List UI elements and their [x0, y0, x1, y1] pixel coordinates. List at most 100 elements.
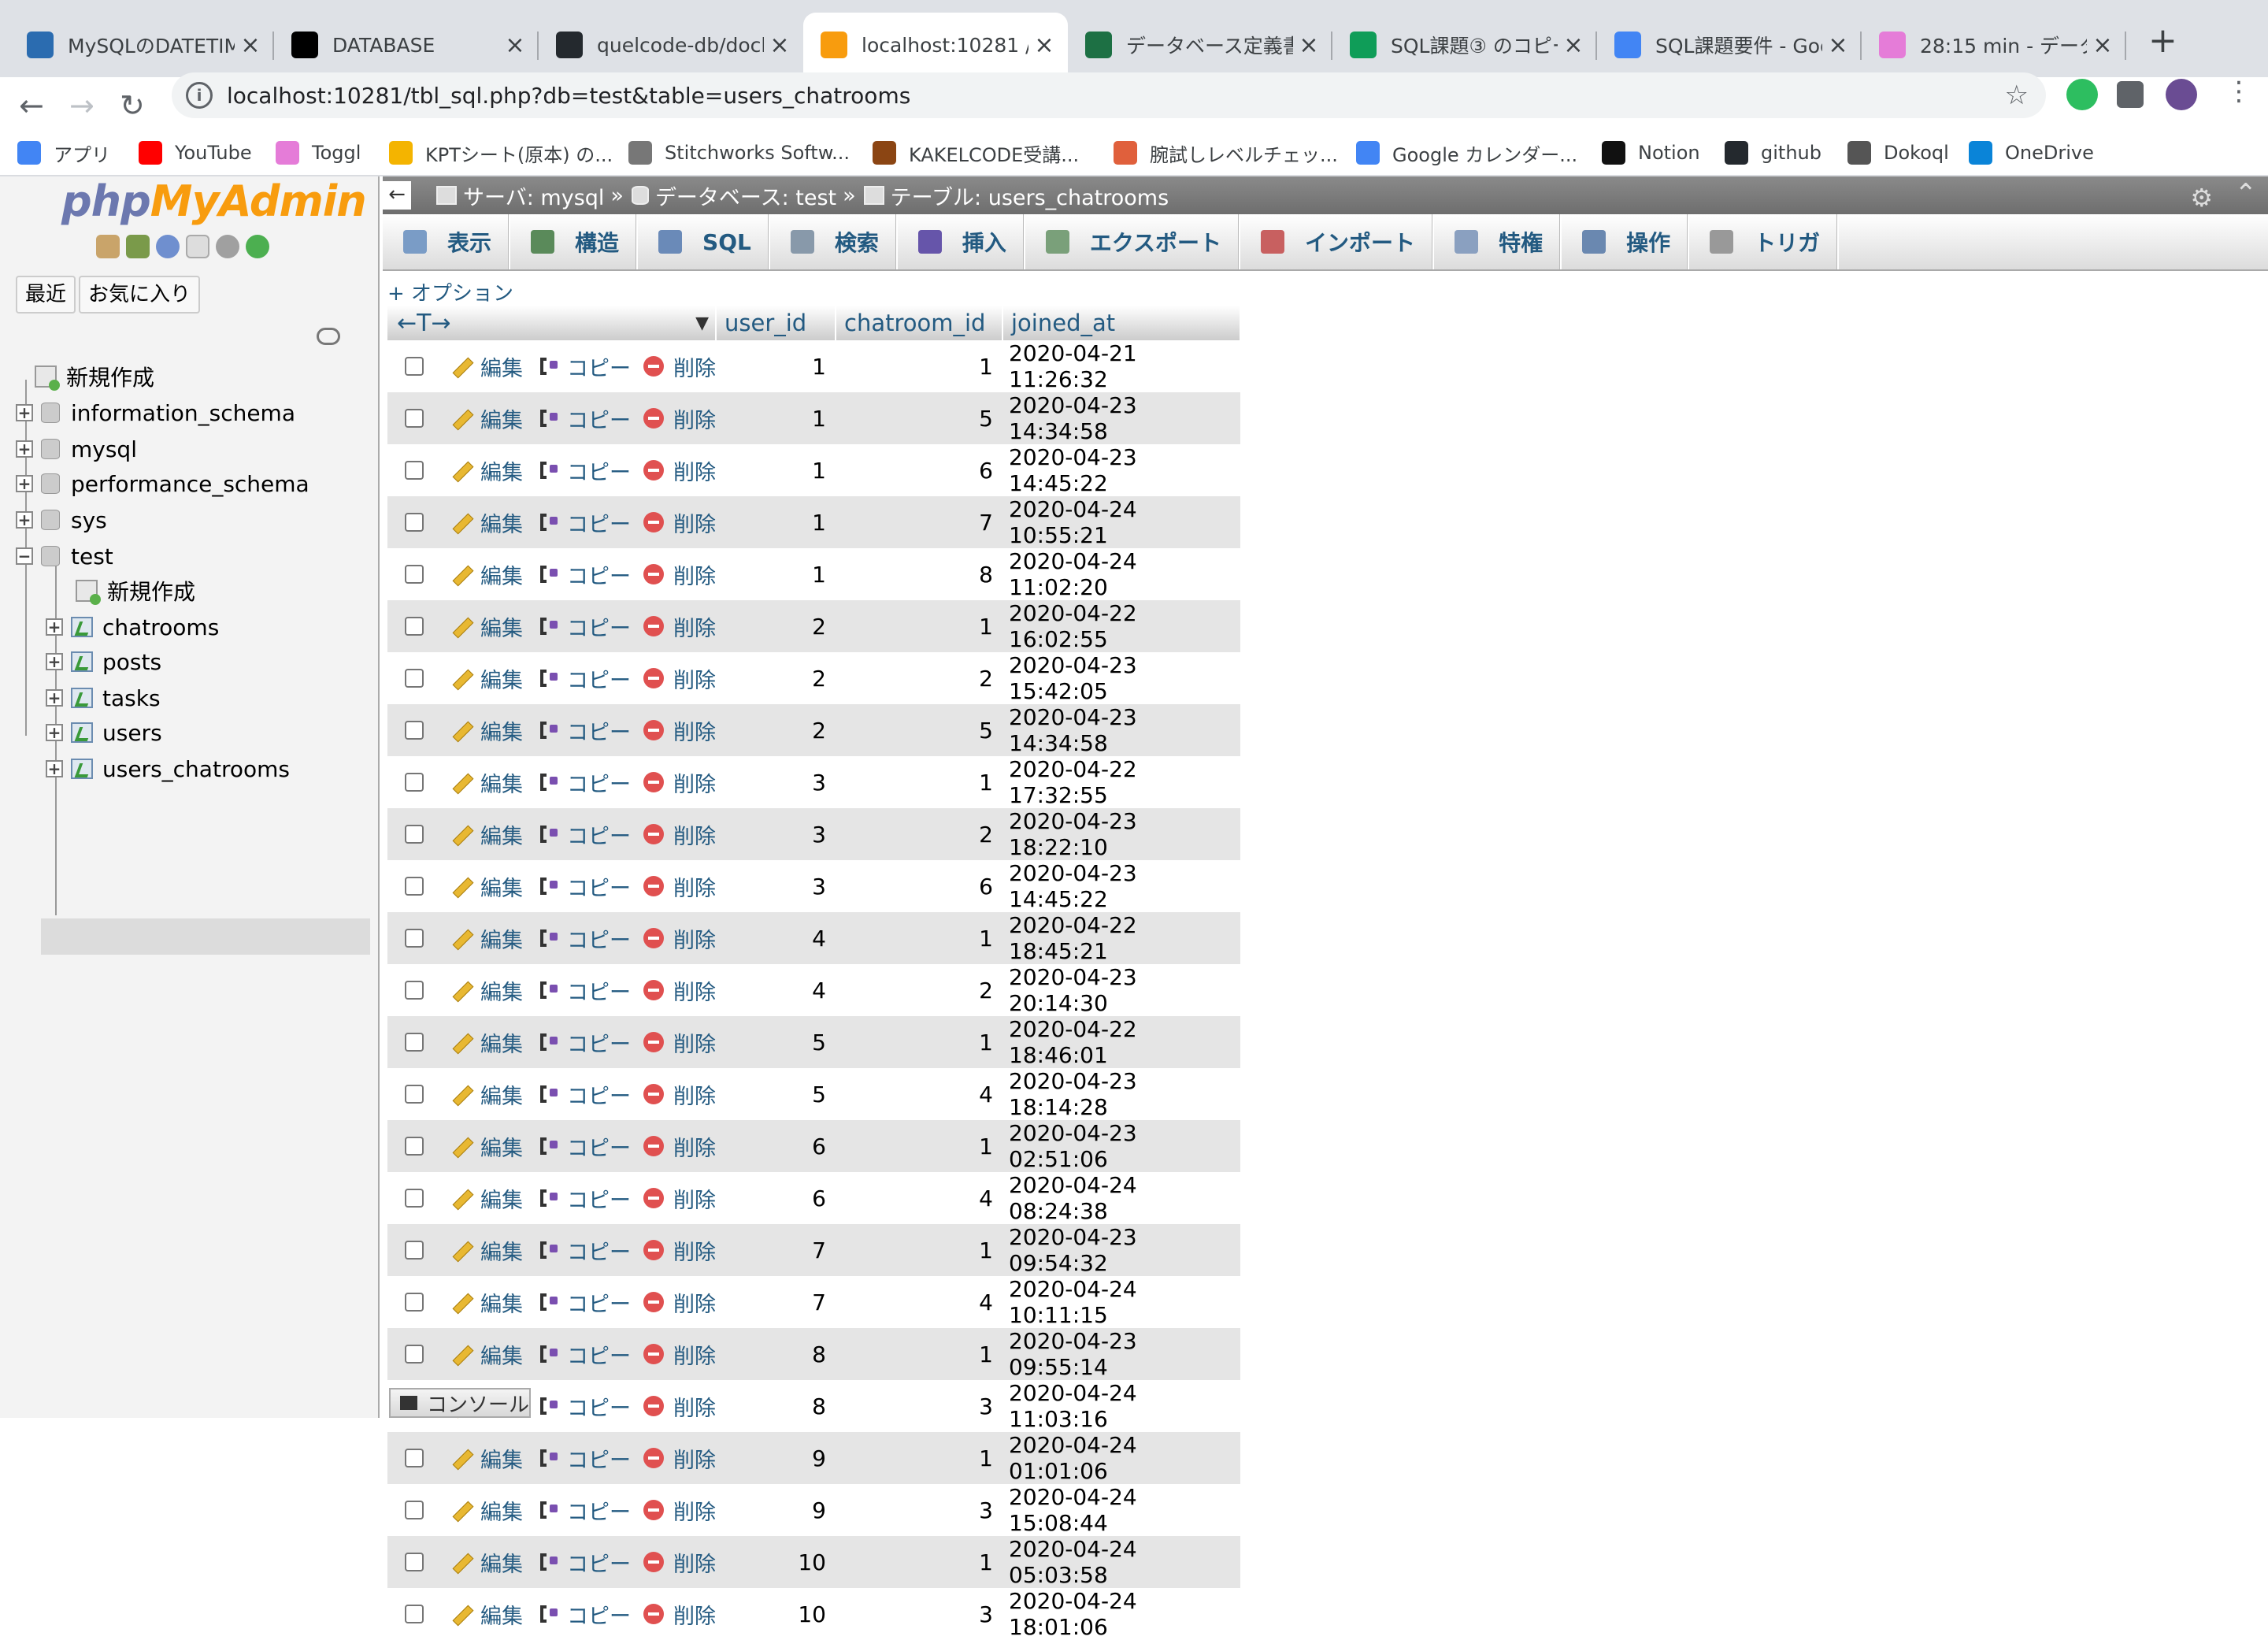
cell-chatroom-id[interactable]: 7 [836, 496, 1002, 548]
cell-joined-at[interactable]: 2020-04-22 16:02:55 [1002, 600, 1240, 652]
row-checkbox[interactable] [405, 877, 424, 896]
extensions-puzzle-icon[interactable] [2117, 81, 2144, 108]
expand-plus-icon[interactable]: + [46, 760, 63, 777]
delete-link[interactable]: 削除 [643, 1079, 716, 1110]
options-toggle[interactable]: + オプション [387, 277, 513, 306]
tree-new-database[interactable]: 新規作成 [35, 359, 154, 394]
edit-link[interactable]: 編集 [449, 871, 523, 902]
cell-user-id[interactable]: 2 [716, 652, 836, 704]
edit-link[interactable]: 編集 [449, 1079, 523, 1110]
menu-tab[interactable]: 構造 [510, 214, 639, 269]
close-tab-icon[interactable]: × [1822, 32, 1854, 59]
copy-link[interactable]: コピー [537, 819, 631, 850]
bookmark-item[interactable]: Notion [1602, 137, 1700, 169]
edit-link[interactable]: 編集 [449, 1547, 523, 1578]
row-checkbox[interactable] [405, 565, 424, 584]
console-toggle[interactable]: コンソール [389, 1388, 531, 1418]
row-checkbox[interactable] [405, 1345, 424, 1364]
cell-user-id[interactable]: 1 [716, 548, 836, 600]
menu-tab[interactable]: エクスポート [1025, 214, 1241, 269]
phpmyadmin-logo[interactable]: phpMyAdmin [61, 176, 367, 226]
cell-joined-at[interactable]: 2020-04-23 18:22:10 [1002, 808, 1240, 860]
cell-joined-at[interactable]: 2020-04-24 10:11:15 [1002, 1276, 1240, 1328]
copy-link[interactable]: コピー [537, 715, 631, 746]
menu-tab[interactable]: SQL [638, 214, 770, 269]
copy-link[interactable]: コピー [537, 611, 631, 642]
edit-link[interactable]: 編集 [449, 351, 523, 382]
row-checkbox[interactable] [405, 1449, 424, 1467]
cell-chatroom-id[interactable]: 5 [836, 392, 1002, 444]
cell-chatroom-id[interactable]: 2 [836, 808, 1002, 860]
copy-link[interactable]: コピー [537, 975, 631, 1006]
bookmark-item[interactable]: KAKELCODE受講... [873, 137, 1079, 169]
row-checkbox[interactable] [405, 513, 424, 532]
menu-tab[interactable]: 特権 [1434, 214, 1562, 269]
copy-link[interactable]: コピー [537, 1287, 631, 1318]
cell-chatroom-id[interactable]: 3 [836, 1484, 1002, 1536]
edit-link[interactable]: 編集 [449, 1183, 523, 1214]
cell-user-id[interactable]: 10 [716, 1536, 836, 1588]
tree-table-tasks[interactable]: + tasks [46, 681, 161, 715]
delete-link[interactable]: 削除 [643, 1443, 716, 1474]
browser-tab[interactable]: データベース定義書 × [1068, 13, 1332, 77]
row-checkbox[interactable] [405, 825, 424, 844]
row-checkbox[interactable] [405, 1085, 424, 1104]
delete-link[interactable]: 削除 [643, 1547, 716, 1578]
browser-tab[interactable]: SQL課題③ のコピー × [1332, 13, 1597, 77]
cell-chatroom-id[interactable]: 1 [836, 1120, 1002, 1172]
delete-link[interactable]: 削除 [643, 1339, 716, 1370]
menu-tab[interactable]: 挿入 [898, 214, 1025, 269]
delete-link[interactable]: 削除 [643, 767, 716, 798]
tree-table-posts[interactable]: + posts [46, 644, 161, 679]
delete-link[interactable]: 削除 [643, 559, 716, 590]
cell-user-id[interactable]: 8 [716, 1328, 836, 1380]
close-tab-icon[interactable]: × [1558, 32, 1589, 59]
cell-user-id[interactable]: 2 [716, 600, 836, 652]
bookmark-item[interactable]: Toggl [276, 137, 361, 169]
scroll-top-icon[interactable]: ⌃ [2235, 178, 2258, 210]
expand-plus-icon[interactable]: + [16, 404, 33, 421]
edit-link[interactable]: 編集 [449, 403, 523, 434]
delete-link[interactable]: 削除 [643, 403, 716, 434]
cell-chatroom-id[interactable]: 4 [836, 1172, 1002, 1224]
tree-db-sys[interactable]: + sys [16, 503, 107, 537]
edit-link[interactable]: 編集 [449, 1235, 523, 1266]
row-checkbox[interactable] [405, 1501, 424, 1519]
row-checkbox[interactable] [405, 721, 424, 740]
delete-link[interactable]: 削除 [643, 663, 716, 694]
tree-db-mysql[interactable]: + mysql [16, 432, 137, 466]
delete-link[interactable]: 削除 [643, 611, 716, 642]
expand-plus-icon[interactable]: + [46, 618, 63, 636]
menu-tab[interactable]: トリガ [1689, 214, 1840, 269]
edit-link[interactable]: 編集 [449, 1339, 523, 1370]
browser-tab[interactable]: localhost:10281 / r × [803, 13, 1068, 77]
menu-tab[interactable]: 操作 [1562, 214, 1690, 269]
close-tab-icon[interactable]: × [499, 32, 531, 59]
cell-chatroom-id[interactable]: 6 [836, 860, 1002, 912]
row-checkbox[interactable] [405, 1293, 424, 1312]
cell-chatroom-id[interactable]: 2 [836, 964, 1002, 1016]
delete-link[interactable]: 削除 [643, 1391, 716, 1422]
cell-user-id[interactable]: 6 [716, 1120, 836, 1172]
row-checkbox[interactable] [405, 357, 424, 376]
settings-gear-icon[interactable] [216, 235, 239, 258]
edit-link[interactable]: 編集 [449, 975, 523, 1006]
cell-user-id[interactable]: 8 [716, 1380, 836, 1432]
tree-table-chatrooms[interactable]: + chatrooms [46, 610, 219, 644]
edit-link[interactable]: 編集 [449, 1131, 523, 1162]
cell-user-id[interactable]: 6 [716, 1172, 836, 1224]
row-checkbox[interactable] [405, 929, 424, 948]
cell-user-id[interactable]: 4 [716, 912, 836, 964]
edit-link[interactable]: 編集 [449, 663, 523, 694]
bookmark-star-icon[interactable]: ☆ [2005, 80, 2029, 111]
bookmark-item[interactable]: Stitchworks Softw... [628, 137, 850, 169]
copy-link[interactable]: コピー [537, 1183, 631, 1214]
row-checkbox[interactable] [405, 1605, 424, 1623]
browser-tab[interactable]: 28:15 min - データ × [1862, 13, 2126, 77]
edit-link[interactable]: 編集 [449, 455, 523, 486]
cell-user-id[interactable]: 7 [716, 1276, 836, 1328]
row-checkbox[interactable] [405, 773, 424, 792]
cell-joined-at[interactable]: 2020-04-24 18:01:06 [1002, 1588, 1240, 1640]
close-tab-icon[interactable]: × [1028, 32, 1060, 59]
delete-link[interactable]: 削除 [643, 1131, 716, 1162]
